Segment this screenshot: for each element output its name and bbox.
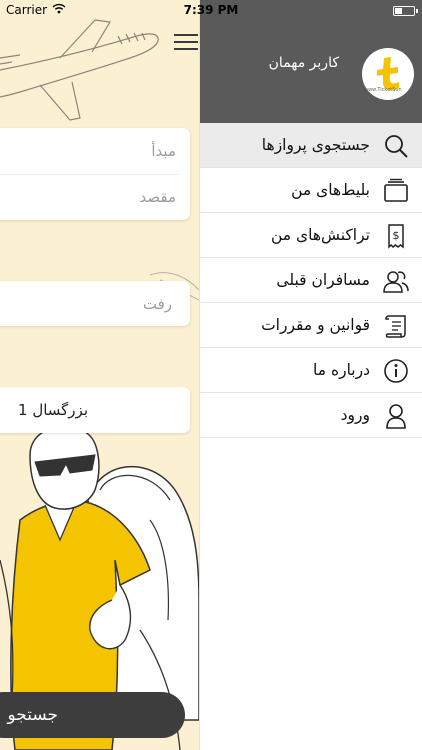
status-bar: Carrier 7:39 PM <box>0 0 422 22</box>
main-screen: مبدأ مقصد رفت 1 بزرگسال جستجو <box>0 0 199 750</box>
origin-field[interactable]: مبدأ <box>0 128 190 174</box>
drawer-menu: جستجوی پروازها بلیط‌های من تراکنش‌های من… <box>200 123 422 438</box>
menu-item-about[interactable]: درباره ما <box>200 348 422 393</box>
menu-item-label: قوانین و مقررات <box>261 316 370 334</box>
menu-icon-line <box>174 41 198 43</box>
navigation-drawer: کاربر مهمان www.TicketSun جستجوی پروازها… <box>199 0 422 750</box>
menu-item-label: ورود <box>340 406 370 424</box>
users-icon <box>383 271 409 293</box>
battery-nub <box>416 9 418 13</box>
menu-item-login[interactable]: ورود <box>200 393 422 438</box>
logo-caption: www.TicketSun <box>364 87 402 93</box>
scroll-icon <box>385 315 406 338</box>
search-icon <box>385 135 408 158</box>
menu-item-label: جستجوی پروازها <box>261 136 370 154</box>
menu-item-my-transactions[interactable]: تراکنش‌های من $ <box>200 213 422 258</box>
airplane-sketch <box>0 19 159 121</box>
destination-field[interactable]: مقصد <box>0 174 190 220</box>
battery-icon <box>393 6 418 16</box>
menu-item-label: درباره ما <box>313 361 370 379</box>
menu-item-search-flights[interactable]: جستجوی پروازها <box>200 123 422 168</box>
menu-item-label: مسافران قبلی <box>276 271 370 289</box>
menu-item-terms[interactable]: قوانین و مقررات <box>200 303 422 348</box>
receipt-icon: $ <box>388 224 404 249</box>
passenger-count-field[interactable]: 1 بزرگسال <box>0 387 190 433</box>
user-icon <box>386 404 406 429</box>
menu-item-label: تراکنش‌های من <box>270 226 370 244</box>
svg-text:$: $ <box>393 229 400 242</box>
tickets-icon <box>384 178 408 202</box>
menu-item-label: بلیط‌های من <box>291 181 370 199</box>
app-logo: www.TicketSun <box>362 48 414 100</box>
menu-item-my-tickets[interactable]: بلیط‌های من <box>200 168 422 213</box>
menu-item-previous-passengers[interactable]: مسافران قبلی <box>200 258 422 303</box>
username-label: کاربر مهمان <box>268 55 339 71</box>
battery-level <box>395 8 402 14</box>
menu-icon[interactable] <box>174 34 198 50</box>
menu-icon-line <box>174 48 198 50</box>
route-card: مبدأ مقصد <box>0 128 190 220</box>
menu-icon-line <box>174 34 198 36</box>
departure-date-field[interactable]: رفت <box>0 281 190 326</box>
info-icon <box>384 359 408 383</box>
clock-label: 7:39 PM <box>183 3 239 17</box>
divider <box>0 174 180 175</box>
background-illustration <box>0 19 199 750</box>
search-button[interactable]: جستجو <box>0 692 185 738</box>
